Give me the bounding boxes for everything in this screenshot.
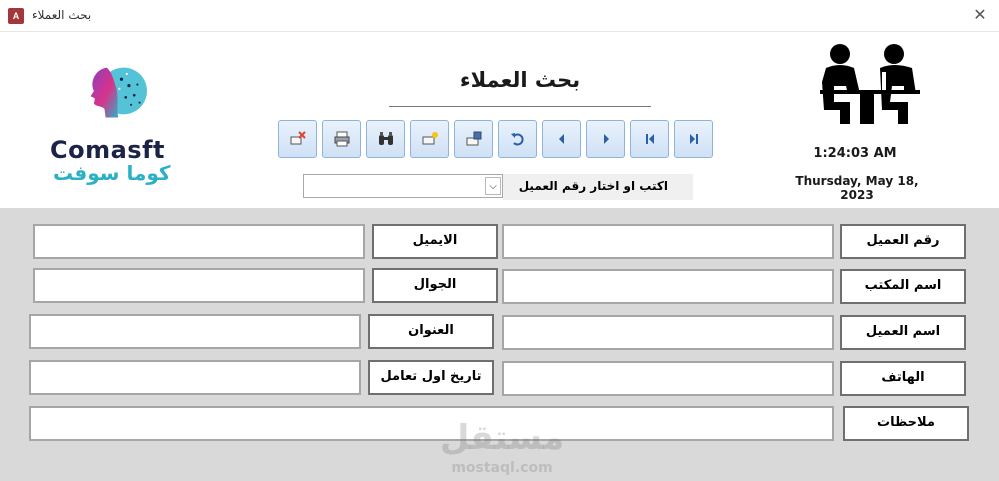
customer-search-label: اكتب او اختار رقم العميل	[503, 174, 693, 200]
phone-label: الهاتف	[840, 361, 966, 396]
new-record-icon	[422, 132, 438, 145]
mobile-field[interactable]	[33, 268, 365, 303]
customer-id-field[interactable]	[502, 224, 834, 259]
find-button[interactable]	[366, 120, 405, 158]
form-detail: رقم العميل الايميل اسم المكتب الجوال اسم…	[0, 208, 999, 481]
window-title: بحث العملاء	[32, 8, 92, 22]
new-record-button[interactable]	[410, 120, 449, 158]
first-deal-date-label: تاريخ اول تعامل	[368, 360, 494, 395]
form-title: بحث العملاء	[459, 68, 581, 92]
current-time: 1:24:03 AM	[813, 146, 897, 161]
customer-search-combo[interactable]: ⌵	[303, 174, 503, 198]
undo-button[interactable]	[498, 120, 537, 158]
email-field[interactable]	[33, 224, 365, 259]
printer-icon	[334, 131, 349, 147]
notes-field[interactable]	[29, 406, 834, 441]
notes-label: ملاحظات	[843, 406, 969, 441]
meeting-icon	[820, 44, 920, 124]
title-bar: A بحث العملاء ✕	[0, 0, 999, 32]
print-button[interactable]	[322, 120, 361, 158]
first-record-button[interactable]	[630, 120, 669, 158]
chevron-down-icon[interactable]: ⌵	[485, 177, 501, 195]
title-divider	[389, 106, 651, 107]
address-label: العنوان	[368, 314, 494, 349]
phone-field[interactable]	[502, 361, 834, 396]
save-icon	[466, 131, 481, 146]
previous-record-button[interactable]	[542, 120, 581, 158]
first-icon	[645, 134, 654, 144]
close-window-button[interactable]: ✕	[971, 6, 989, 24]
brand-name-ar: كوما سوفت	[53, 161, 171, 185]
customer-id-label: رقم العميل	[840, 224, 966, 259]
first-deal-date-field[interactable]	[29, 360, 361, 395]
undo-icon	[510, 133, 523, 146]
address-field[interactable]	[29, 314, 361, 349]
office-name-label: اسم المكتب	[840, 269, 966, 304]
email-label: الايميل	[372, 224, 498, 259]
brand-name-en: Comasft	[50, 136, 166, 164]
next-icon	[603, 134, 609, 144]
customer-name-label: اسم العميل	[840, 315, 966, 350]
last-icon	[689, 134, 698, 144]
form-header: Comasft كوما سوفت بحث العملاء 1:24:03 AM…	[0, 33, 999, 208]
access-app-icon: A	[8, 8, 24, 24]
last-record-button[interactable]	[674, 120, 713, 158]
customer-name-field[interactable]	[502, 315, 834, 350]
binoculars-icon	[378, 132, 393, 145]
delete-icon	[290, 131, 306, 145]
previous-icon	[558, 134, 564, 144]
mobile-label: الجوال	[372, 268, 498, 303]
current-date: Thursday, May 18, 2023	[795, 174, 919, 202]
next-record-button[interactable]	[586, 120, 625, 158]
delete-record-button[interactable]	[278, 120, 317, 158]
brand-logo-icon	[90, 67, 147, 118]
save-record-button[interactable]	[454, 120, 493, 158]
office-name-field[interactable]	[502, 269, 834, 304]
